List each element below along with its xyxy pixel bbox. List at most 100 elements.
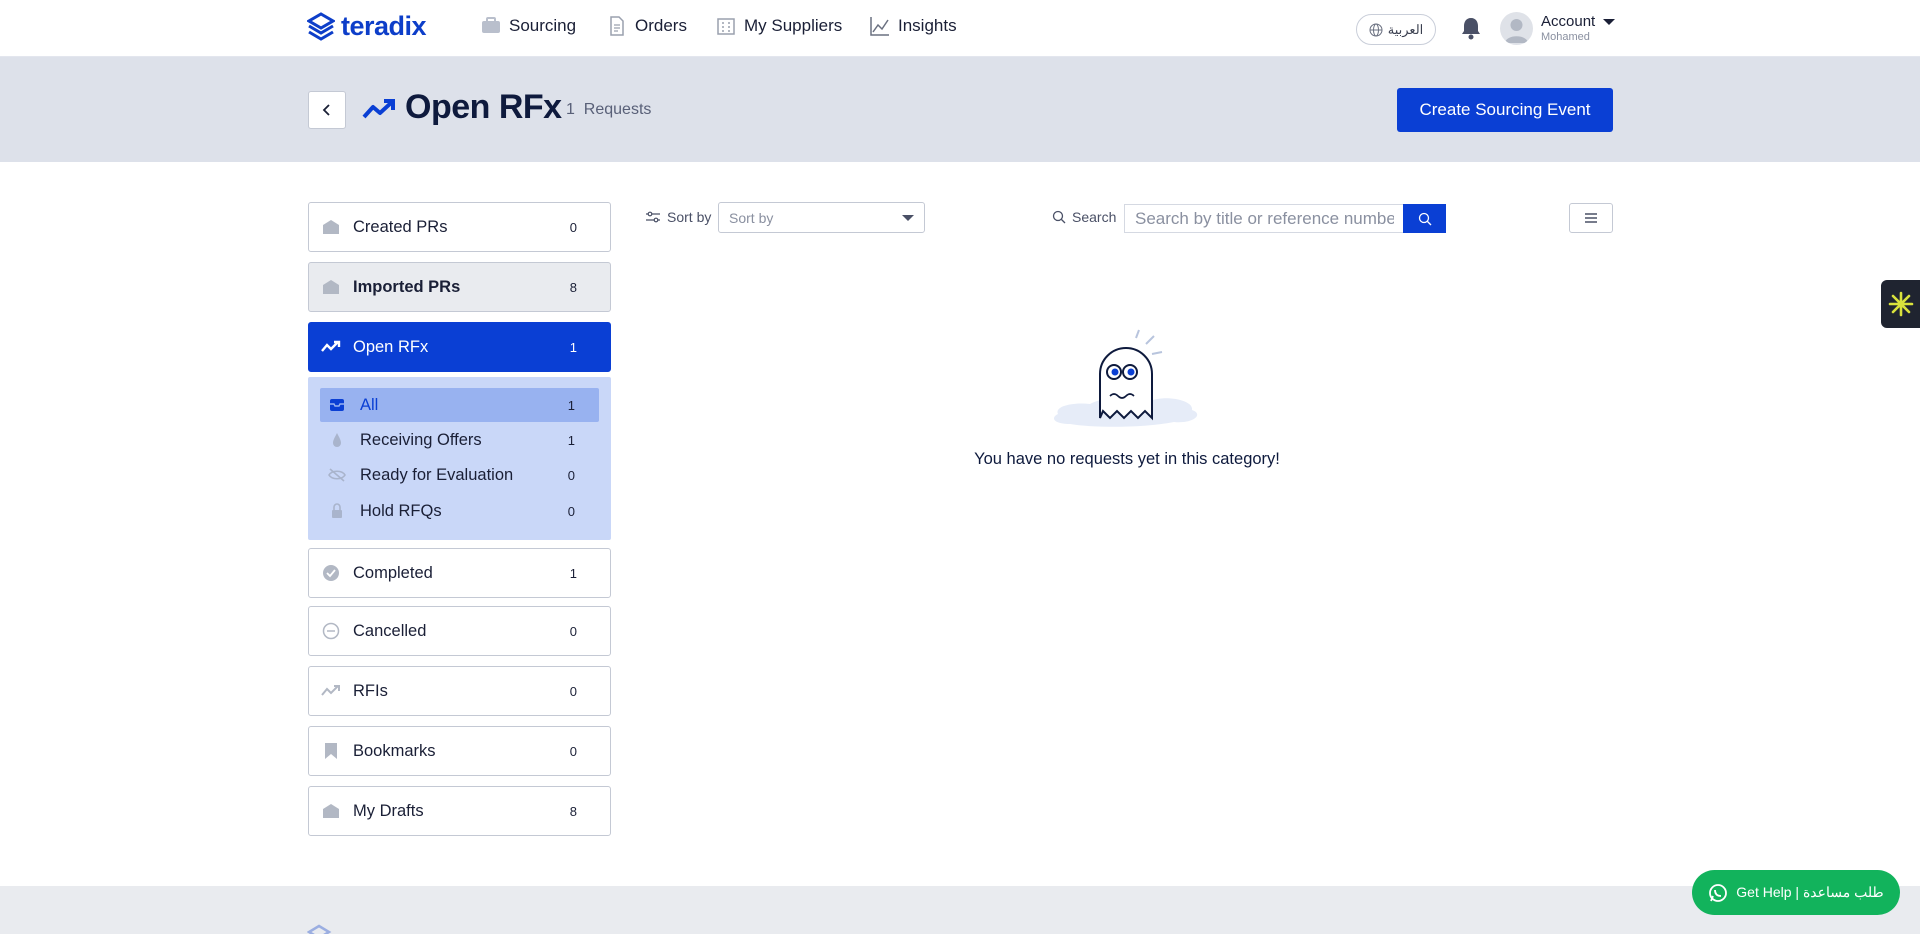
briefcase-icon bbox=[482, 17, 500, 33]
account-menu[interactable]: Account Mohamed bbox=[1541, 13, 1616, 43]
document-icon bbox=[610, 16, 624, 36]
bookmark-icon bbox=[321, 741, 341, 761]
sidebar-item-label: Created PRs bbox=[353, 217, 448, 236]
back-button[interactable] bbox=[308, 91, 346, 129]
open-rfx-subnav: All 1 Receiving Offers 1 Ready for Evalu… bbox=[308, 377, 611, 540]
sidebar-item-label: Open RFx bbox=[353, 337, 429, 356]
sidebar-item-imported-prs[interactable]: Imported PRs 8 bbox=[308, 262, 611, 312]
nav-sourcing[interactable]: Sourcing bbox=[481, 16, 576, 36]
account-label: Account bbox=[1541, 13, 1596, 30]
avatar[interactable] bbox=[1500, 12, 1533, 45]
account-username: Mohamed bbox=[1541, 31, 1590, 43]
trend-up-icon bbox=[362, 99, 395, 119]
nav-orders[interactable]: Orders bbox=[607, 16, 687, 36]
sidebar-item-count: 1 bbox=[569, 339, 577, 355]
sidebar-item-count: 0 bbox=[569, 743, 577, 759]
subnav-item-receiving-offers[interactable]: Receiving Offers 1 bbox=[320, 423, 599, 457]
search-label: Search bbox=[1052, 209, 1116, 225]
sidebar-item-count: 0 bbox=[569, 683, 577, 699]
chevron-down-icon bbox=[1603, 18, 1616, 25]
sidebar-item-count: 0 bbox=[569, 219, 577, 235]
user-icon bbox=[1505, 19, 1528, 43]
sidebar-item-label: My Drafts bbox=[353, 801, 424, 820]
search-icon bbox=[1418, 212, 1431, 225]
nav-insights-label: Insights bbox=[898, 16, 957, 35]
check-circle-icon bbox=[321, 563, 341, 583]
get-help-button[interactable]: Get Help | طلب مساعدة bbox=[1692, 870, 1900, 915]
sidebar-item-label: RFIs bbox=[353, 681, 388, 700]
sort-by-value: Sort by bbox=[729, 209, 774, 226]
globe-icon bbox=[1369, 23, 1383, 36]
page-header bbox=[0, 57, 1920, 162]
lock-icon bbox=[328, 502, 346, 520]
subnav-item-hold-rfqs[interactable]: Hold RFQs 0 bbox=[320, 494, 599, 528]
sidebar-item-my-drafts[interactable]: My Drafts 8 bbox=[308, 786, 611, 836]
trend-icon bbox=[321, 681, 341, 701]
subnav-item-count: 1 bbox=[567, 397, 575, 413]
sidebar-item-bookmarks[interactable]: Bookmarks 0 bbox=[308, 726, 611, 776]
subnav-item-all[interactable]: All 1 bbox=[320, 388, 599, 422]
inbox-icon bbox=[321, 217, 341, 237]
subnav-item-label: Receiving Offers bbox=[360, 430, 482, 449]
nav-my-suppliers[interactable]: My Suppliers bbox=[716, 16, 842, 36]
sidebar-item-completed[interactable]: Completed 1 bbox=[308, 548, 611, 598]
subnav-item-count: 1 bbox=[567, 432, 575, 448]
inbox-icon bbox=[321, 801, 341, 821]
logo-mark-icon bbox=[307, 11, 335, 41]
footer-logo-icon bbox=[307, 924, 332, 934]
sort-by-select[interactable]: Sort by bbox=[718, 202, 925, 233]
nav-my-suppliers-label: My Suppliers bbox=[744, 16, 843, 35]
sidebar-item-cancelled[interactable]: Cancelled 0 bbox=[308, 606, 611, 656]
top-navbar: teradix Sourcing Orders My Suppliers Ins… bbox=[0, 0, 1920, 57]
sidebar-item-created-prs[interactable]: Created PRs 0 bbox=[308, 202, 611, 252]
eye-off-icon bbox=[328, 466, 346, 484]
chevron-left-icon bbox=[322, 104, 330, 116]
ghost-illustration-icon bbox=[1054, 329, 1198, 427]
inbox-icon bbox=[321, 277, 341, 297]
search-input[interactable] bbox=[1124, 204, 1404, 233]
nav-sourcing-label: Sourcing bbox=[509, 16, 577, 35]
subnav-item-count: 0 bbox=[567, 467, 575, 483]
request-count: 1 Requests bbox=[566, 101, 652, 118]
sort-icon bbox=[646, 211, 660, 223]
chart-line-icon bbox=[870, 17, 889, 36]
trend-icon bbox=[321, 337, 341, 357]
sidebar-item-label: Bookmarks bbox=[353, 741, 436, 760]
sidebar-item-count: 8 bbox=[569, 279, 577, 295]
subnav-item-ready-for-evaluation[interactable]: Ready for Evaluation 0 bbox=[320, 458, 599, 492]
subnav-item-label: Ready for Evaluation bbox=[360, 465, 514, 484]
sidebar-item-rfis[interactable]: RFIs 0 bbox=[308, 666, 611, 716]
sidebar-item-count: 1 bbox=[569, 565, 577, 581]
minus-circle-icon bbox=[321, 621, 341, 641]
sidebar-item-label: Completed bbox=[353, 563, 433, 582]
search-button[interactable] bbox=[1403, 204, 1446, 233]
subnav-item-label: All bbox=[360, 395, 379, 414]
sparkle-icon bbox=[1888, 291, 1913, 317]
notifications-button[interactable] bbox=[1460, 16, 1482, 45]
sidebar-item-count: 0 bbox=[569, 623, 577, 639]
view-menu-button[interactable] bbox=[1569, 203, 1613, 233]
nav-insights[interactable]: Insights bbox=[870, 16, 957, 36]
teradix-logo[interactable]: teradix bbox=[307, 11, 427, 42]
bell-icon bbox=[1462, 18, 1480, 40]
building-icon bbox=[717, 18, 735, 35]
get-help-label: Get Help | طلب مساعدة bbox=[1736, 884, 1884, 900]
sidebar-item-open-rfx[interactable]: Open RFx 1 bbox=[308, 322, 611, 372]
subnav-item-label: Hold RFQs bbox=[360, 501, 442, 520]
side-widget-button[interactable] bbox=[1881, 280, 1920, 328]
sidebar-item-count: 8 bbox=[569, 803, 577, 819]
subnav-item-count: 0 bbox=[567, 503, 575, 519]
footer bbox=[0, 886, 1920, 934]
language-toggle-button[interactable]: العربية bbox=[1356, 14, 1436, 45]
sort-label: Sort by bbox=[645, 209, 711, 225]
chevron-down-icon bbox=[902, 214, 914, 221]
tray-icon bbox=[328, 396, 346, 414]
create-sourcing-event-button[interactable]: Create Sourcing Event bbox=[1397, 88, 1613, 132]
search-icon bbox=[1052, 210, 1066, 224]
logo-text: teradix bbox=[341, 11, 427, 41]
empty-state-message: You have no requests yet in this categor… bbox=[974, 450, 1280, 468]
nav-orders-label: Orders bbox=[635, 16, 687, 35]
sidebar-item-label: Cancelled bbox=[353, 621, 427, 640]
language-label: العربية bbox=[1387, 21, 1424, 37]
sidebar-item-label: Imported PRs bbox=[353, 277, 461, 296]
